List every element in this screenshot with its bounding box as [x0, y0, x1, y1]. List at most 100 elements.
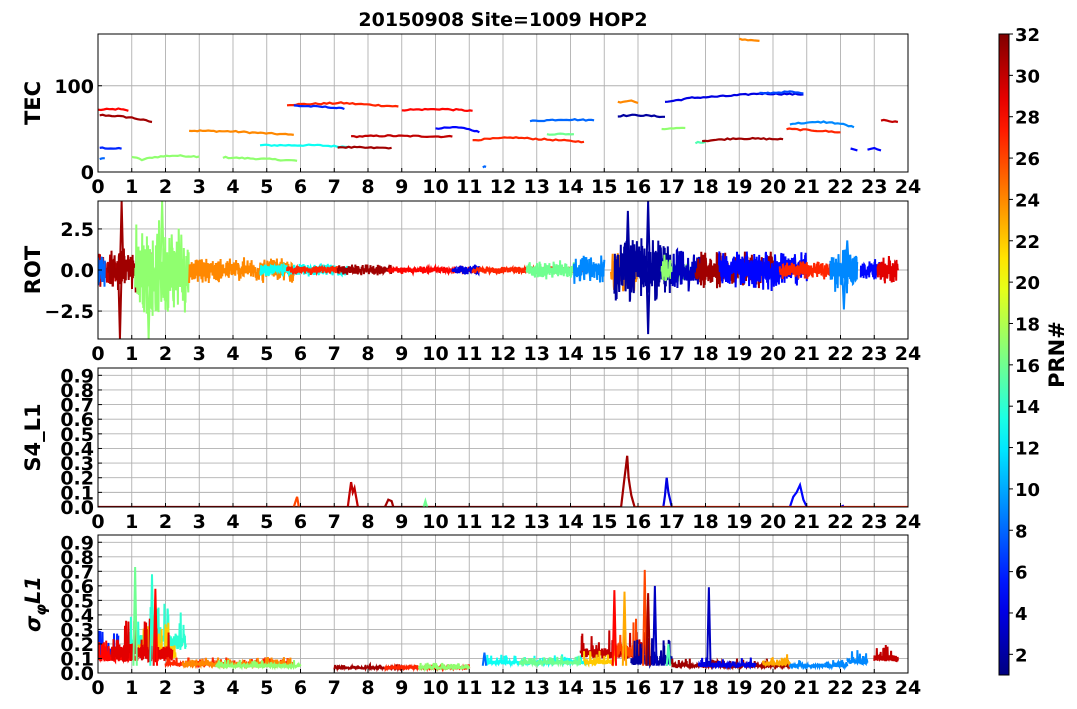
x-tick-label: 3 — [193, 176, 206, 198]
x-tick-label: 9 — [395, 176, 408, 198]
chart-title: 20150908 Site=1009 HOP2 — [358, 9, 647, 31]
x-tick-label: 18 — [692, 343, 718, 365]
x-tick-label: 6 — [294, 176, 307, 198]
y-axis-label-sigma: σφL1 — [21, 576, 50, 632]
x-tick-label: 14 — [557, 176, 583, 198]
x-tick-label: 9 — [395, 511, 408, 533]
x-tick-label: 22 — [827, 511, 853, 533]
x-tick-label: 12 — [490, 511, 516, 533]
x-tick-label: 15 — [591, 677, 617, 699]
x-tick-label: 16 — [625, 343, 651, 365]
x-tick-label: 4 — [226, 511, 239, 533]
x-tick-label: 17 — [659, 343, 685, 365]
panels: 0 1 2 3 4 5 6 7 8 9 10 11 12 13 14 15 16 17 18 19 20 21 22 23 24… — [21, 9, 921, 699]
x-tick-label: 12 — [490, 343, 516, 365]
x-tick-label: 19 — [726, 343, 752, 365]
x-tick-label: 21 — [794, 343, 820, 365]
x-tick-label: 6 — [294, 677, 307, 699]
x-tick-label: 24 — [895, 343, 921, 365]
x-tick-label: 4 — [226, 176, 239, 198]
x-tick-label: 11 — [456, 677, 482, 699]
x-tick-label: 3 — [193, 677, 206, 699]
figure: 0 1 2 3 4 5 6 7 8 9 10 11 12 13 14 15 16 17 18 19 20 21 22 23 24… — [21, 9, 1069, 699]
x-tick-label: 6 — [294, 511, 307, 533]
series-prn-24 — [617, 99, 639, 105]
plot-area-rot — [98, 201, 899, 339]
colorbar-tick-label: 6 — [1015, 563, 1028, 584]
x-tick-label: 1 — [125, 511, 138, 533]
x-tick-label: 16 — [625, 677, 651, 699]
series-prn-9 — [788, 658, 849, 671]
x-tick-label: 8 — [361, 677, 374, 699]
x-tick-label: 21 — [794, 677, 820, 699]
series-prn-5 — [850, 147, 858, 152]
x-tick-label: 7 — [328, 511, 341, 533]
series-prn-9 — [572, 255, 606, 284]
x-tick-label: 13 — [524, 176, 550, 198]
x-tick-label: 10 — [422, 677, 448, 699]
x-tick-label: 2 — [159, 511, 172, 533]
y-ticks-s4: 0.00.10.20.30.40.50.60.70.80.9 — [60, 365, 102, 519]
series-prn-4 — [664, 91, 804, 103]
series-prn-17 — [417, 662, 471, 673]
colorbar-tick-label: 24 — [1015, 190, 1040, 211]
spike-prn-17 — [159, 201, 165, 271]
x-tick-label: 1 — [125, 176, 138, 198]
x-tick-label: 20 — [760, 176, 786, 198]
series-prn-8 — [482, 165, 487, 169]
x-tick-label: 16 — [625, 176, 651, 198]
x-tick-label: 18 — [692, 511, 718, 533]
x-tick-label: 10 — [422, 176, 448, 198]
x-tick-label: 3 — [193, 343, 206, 365]
grid-tec — [97, 34, 909, 173]
x-tick-label: 13 — [524, 677, 550, 699]
x-tick-label: 15 — [591, 176, 617, 198]
series-prn-30 — [880, 118, 899, 124]
x-tick-label: 19 — [726, 511, 752, 533]
x-tick-label: 14 — [557, 511, 583, 533]
x-tick-label: 5 — [260, 176, 273, 198]
panel-rot: 0 1 2 3 4 5 6 7 8 9 10 11 12 13 14 15 16 17 18 19 20 21 22 23 24… — [21, 200, 921, 365]
series-prn-30 — [346, 481, 359, 507]
x-tick-label: 8 — [361, 176, 374, 198]
y-axis-label-s4: S4_L1 — [21, 403, 45, 471]
series-prn-13 — [259, 143, 348, 149]
series-prn-2 — [630, 637, 673, 669]
series-prn-27 — [786, 127, 841, 134]
x-tick-label: 12 — [490, 176, 516, 198]
colorbar-tick-label: 8 — [1015, 521, 1028, 542]
y-ticks-rot: −2.5 0.0 2.5 — [44, 219, 102, 323]
colorbar-tick-label: 28 — [1015, 108, 1040, 129]
x-tick-label: 19 — [726, 677, 752, 699]
colorbar-tick-label: 12 — [1015, 439, 1040, 460]
x-tick-label: 23 — [861, 343, 887, 365]
colorbar-tick-label: 18 — [1015, 314, 1040, 335]
spike-prn-8 — [481, 652, 488, 666]
colorbar-tick-label: 10 — [1015, 480, 1040, 501]
x-tick-label: 14 — [557, 343, 583, 365]
y-tick-label: 0.9 — [60, 532, 94, 554]
x-tick-label: 20 — [760, 677, 786, 699]
plot-area-sigma — [98, 566, 899, 673]
series-prn-31 — [702, 136, 784, 143]
x-tick-label: 6 — [294, 343, 307, 365]
colorbar-tick-label: 20 — [1015, 273, 1040, 294]
series-prn-5 — [788, 481, 808, 507]
series-prn-7 — [759, 90, 804, 95]
y-ticks-tec: 0 100 — [54, 76, 102, 184]
series-prn-28 — [98, 107, 129, 112]
x-tick-label: 22 — [827, 677, 853, 699]
y-axis-label-tec: TEC — [21, 81, 45, 125]
x-tick-label: 18 — [692, 677, 718, 699]
series-prn-6 — [293, 104, 345, 111]
y-tick-label: 0.9 — [60, 365, 94, 387]
x-tick-label: 21 — [794, 511, 820, 533]
x-tick-label: 1 — [125, 343, 138, 365]
series-prn-31 — [337, 145, 392, 150]
x-tick-label: 24 — [895, 677, 921, 699]
x-tick-label: 20 — [760, 511, 786, 533]
series-prn-24 — [189, 129, 294, 136]
x-tick-label: 15 — [591, 511, 617, 533]
x-tick-label: 11 — [456, 343, 482, 365]
x-tick-label: 10 — [422, 343, 448, 365]
